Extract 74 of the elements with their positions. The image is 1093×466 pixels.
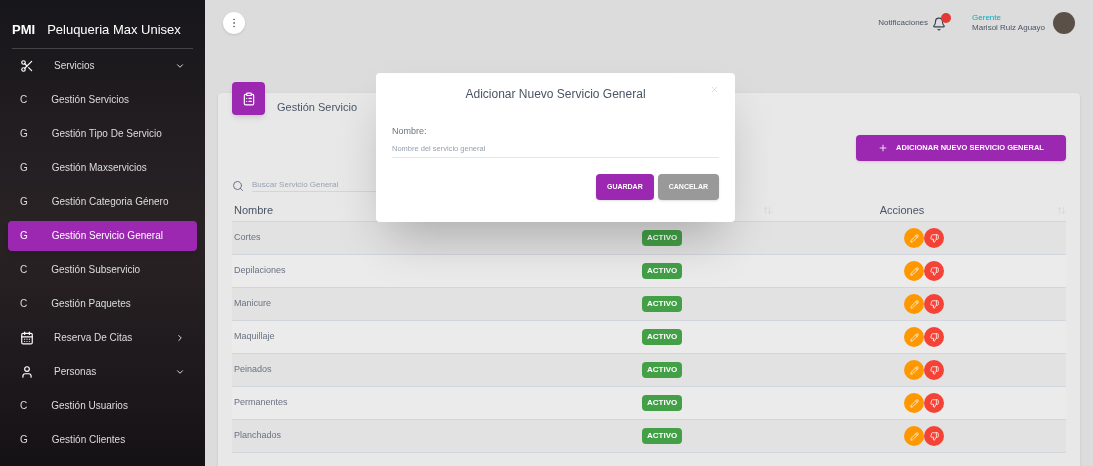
card-title: Gestión Servicio	[277, 99, 358, 115]
edit-button[interactable]	[904, 327, 925, 347]
pencil-icon	[909, 299, 919, 309]
thumbs-down-icon	[929, 431, 939, 441]
sidebar-item[interactable]: C Gestión Subservicio	[8, 254, 197, 285]
search-icon	[232, 179, 244, 192]
status-badge: ACTIVO	[642, 329, 683, 345]
user-role: Gerente	[972, 12, 1002, 23]
table-cell-text: Manicure	[233, 297, 272, 311]
edit-button[interactable]	[904, 393, 925, 413]
bell-icon[interactable]	[932, 14, 949, 31]
plus-icon	[878, 143, 889, 153]
app-title: Peluqueria Max Unisex	[47, 21, 181, 39]
field-label: Nombre:	[392, 125, 428, 138]
status-badge: ACTIVO	[642, 362, 683, 378]
status-badge: ACTIVO	[642, 263, 683, 279]
column-header[interactable]: Acciones	[772, 202, 1032, 219]
table-cell-text: Maquillaje	[233, 330, 276, 344]
sidebar-item[interactable]: G Gestión Clientes	[8, 424, 197, 455]
avatar[interactable]	[1053, 11, 1075, 34]
deactivate-button[interactable]	[924, 327, 945, 347]
edit-button[interactable]	[904, 360, 925, 380]
thumbs-down-icon	[929, 299, 939, 309]
edit-button[interactable]	[904, 426, 925, 446]
clipboard-icon	[241, 91, 256, 106]
dialog-title: Adicionar Nuevo Servicio General	[465, 86, 646, 103]
person-icon	[20, 364, 34, 379]
sidebar-item[interactable]: G Gestión Maxservicios	[8, 152, 197, 183]
deactivate-button[interactable]	[924, 393, 945, 413]
user-name: Marisol Ruiz Aguayo	[972, 22, 1045, 33]
sidebar-group[interactable]: Reserva De Citas	[8, 322, 197, 353]
thumbs-down-icon	[929, 266, 939, 276]
deactivate-button[interactable]	[924, 426, 945, 446]
table-cell-text: Planchados	[233, 429, 283, 443]
edit-button[interactable]	[904, 228, 925, 248]
deactivate-button[interactable]	[924, 228, 945, 248]
table-cell-text: Permanentes	[233, 396, 289, 410]
deactivate-button[interactable]	[924, 261, 945, 281]
status-badge: ACTIVO	[642, 296, 683, 312]
table-cell-text: Depilaciones	[233, 264, 287, 278]
status-badge: ACTIVO	[642, 395, 683, 411]
deactivate-button[interactable]	[924, 360, 945, 380]
sidebar-item[interactable]: C Gestión Usuarios	[8, 390, 197, 421]
sidebar-item[interactable]: C Gestión Servicios	[8, 84, 197, 115]
pencil-icon	[909, 332, 919, 342]
caret-icon	[175, 332, 185, 343]
logo-text: PMI	[12, 21, 36, 39]
sidebar-item[interactable]: G Gestión Tipo De Servicio	[8, 118, 197, 149]
status-badge: ACTIVO	[642, 428, 683, 444]
thumbs-down-icon	[929, 233, 939, 243]
table-cell-text: Cortes	[233, 231, 262, 245]
table-cell-text: Peinados	[233, 363, 273, 377]
notifications-link[interactable]: Notificaciones	[878, 16, 929, 29]
pencil-icon	[909, 233, 919, 243]
pencil-icon	[909, 365, 919, 375]
edit-button[interactable]	[904, 294, 925, 314]
pencil-icon	[909, 398, 919, 408]
sidebar-item[interactable]: G Gestión Categoria Género	[8, 186, 197, 217]
thumbs-down-icon	[929, 365, 939, 375]
pencil-icon	[909, 431, 919, 441]
deactivate-button[interactable]	[924, 294, 945, 314]
sidebar-item[interactable]: C Gestión Paquetes	[8, 288, 197, 319]
sidebar-group[interactable]: Servicios	[8, 50, 197, 81]
edit-button[interactable]	[904, 261, 925, 281]
thumbs-down-icon	[929, 398, 939, 408]
sidebar-group[interactable]: Personas	[8, 356, 197, 387]
thumbs-down-icon	[929, 332, 939, 342]
sidebar-item[interactable]: G Gestión Servicio General	[8, 220, 197, 251]
scissors-icon	[20, 58, 34, 73]
pencil-icon	[909, 266, 919, 276]
calendar-icon	[20, 330, 34, 345]
status-badge: ACTIVO	[642, 230, 683, 246]
close-icon[interactable]	[710, 85, 719, 94]
more-button[interactable]	[223, 11, 245, 34]
